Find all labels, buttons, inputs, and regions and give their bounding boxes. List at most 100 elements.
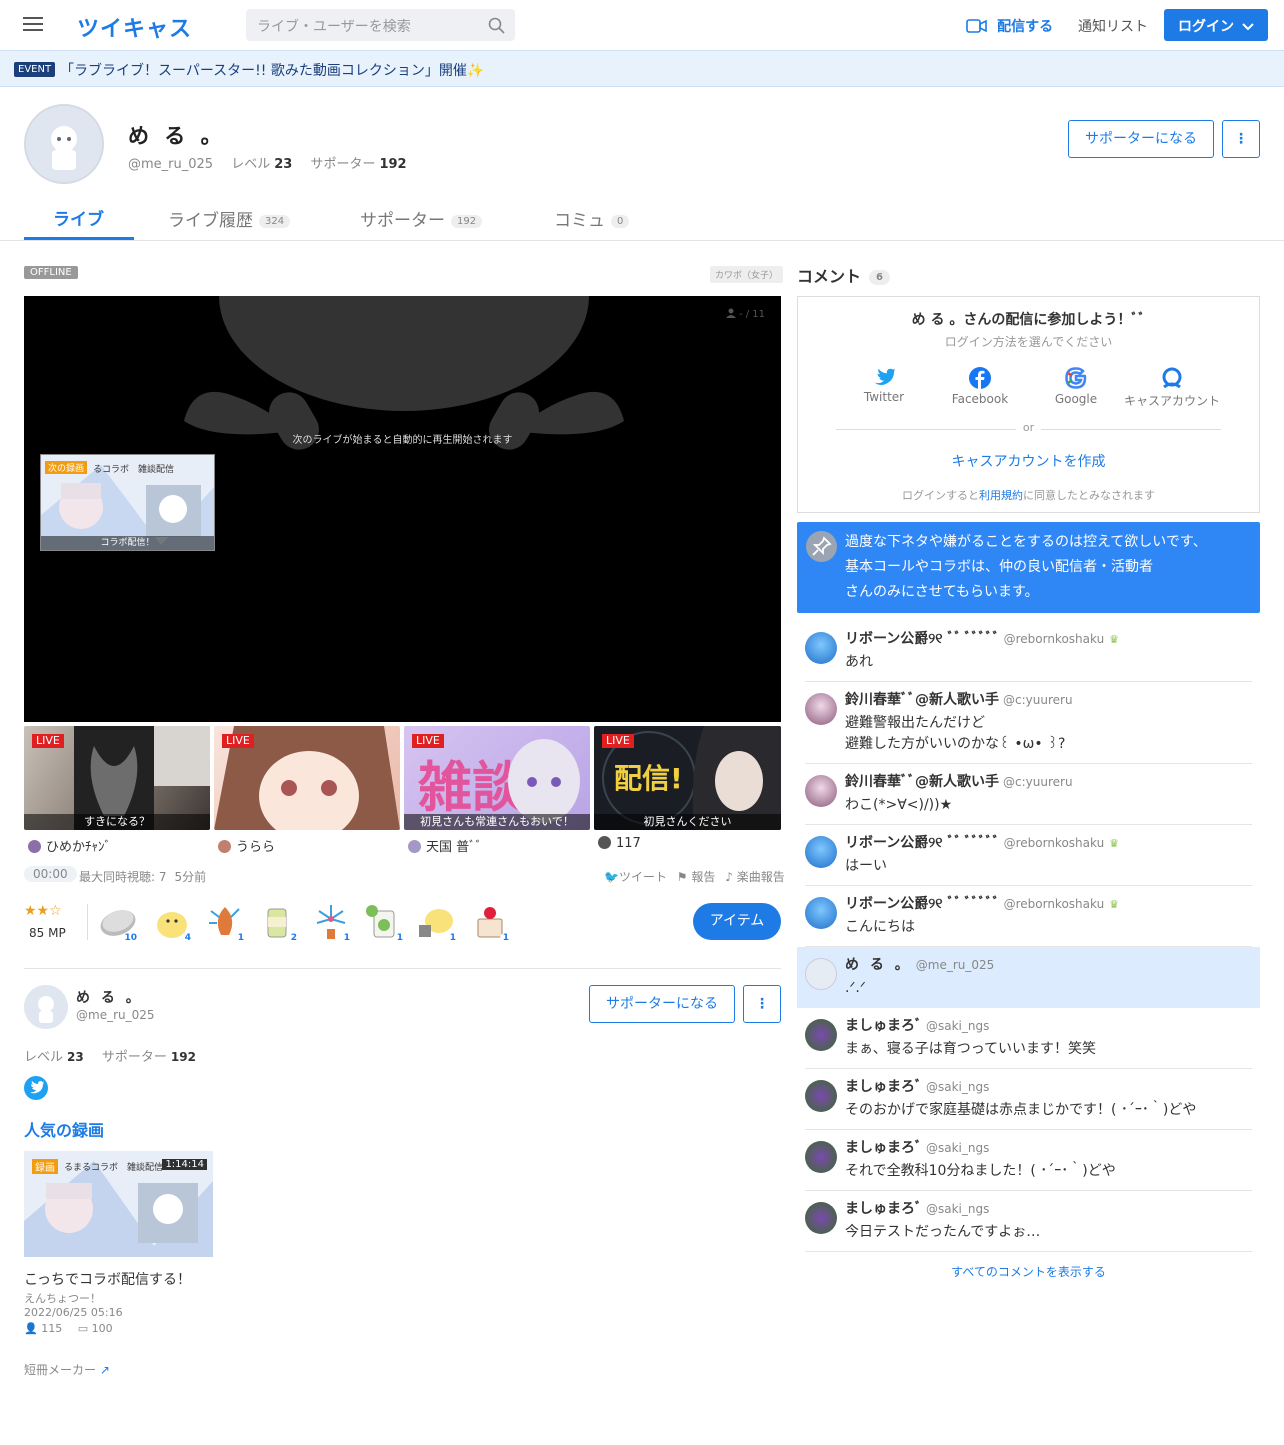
commenter-name: ましゅまろﾞ @saki_ngs bbox=[845, 1137, 989, 1157]
commenter-name: め る 。 @me_ru_025 bbox=[845, 954, 994, 974]
live-thumb-4[interactable]: 配信! LIVE 初見さんください bbox=[594, 726, 781, 830]
login-prompt-box: め る 。さんの配信に参加しよう！ﾞﾞ ログイン方法を選んでください Twitt… bbox=[797, 296, 1260, 513]
viewers-icon: 👤 bbox=[24, 1322, 38, 1335]
live-user-4[interactable]: 117 bbox=[598, 836, 641, 851]
tab-live[interactable]: ライブ bbox=[53, 205, 104, 230]
twitter-icon: 🐦 bbox=[604, 870, 619, 884]
pinned-text-1: 過度な下ネタや嫌がることをするのは控えて欲しいです、 bbox=[845, 534, 1207, 550]
item-rocket[interactable]: 1 bbox=[205, 901, 247, 943]
comment-item[interactable]: 鈴川春華ﾞﾞ@新人歌い手 @c:yuureru 避難警報出たんだけど 避難した方が… bbox=[805, 682, 1252, 764]
item-tea[interactable]: 2 bbox=[258, 901, 300, 943]
tab-divider bbox=[0, 240, 1284, 241]
live-thumb-1[interactable]: LIVE すきになる？ bbox=[24, 726, 210, 830]
commenter-handle: @saki_ngs bbox=[926, 1019, 990, 1033]
item-cake[interactable]: 1 bbox=[470, 901, 512, 943]
tanzaku-maker-link[interactable]: 短冊メーカー ↗ bbox=[24, 1361, 110, 1378]
level-value: 23 bbox=[274, 157, 293, 172]
commenter-avatar[interactable] bbox=[805, 1080, 837, 1112]
next-recording-caption: コラボ配信！ bbox=[41, 536, 214, 550]
viewer-count-text: - / 11 bbox=[738, 309, 765, 320]
comment-text: まぁ、寝る子は育つっていいます！笑笑 bbox=[845, 1041, 1097, 1057]
comment-item[interactable]: ましゅまろﾞ @saki_ngs まぁ、寝る子は育つっていいます！笑笑 bbox=[805, 1008, 1252, 1069]
commenter-avatar[interactable] bbox=[805, 775, 837, 807]
popular-recording-thumb[interactable]: 録画 るまるコラボ 雑談配信 1:14:14 bbox=[24, 1151, 213, 1257]
live-thumb-3[interactable]: 雑談 LIVE 初見さんも常連さんもおいで！ bbox=[404, 726, 590, 830]
cas-account-login-button[interactable]: キャスアカウント bbox=[1124, 367, 1220, 409]
commenter-avatar[interactable] bbox=[805, 693, 837, 725]
mp-points: 85 MP bbox=[29, 926, 66, 940]
search-input[interactable]: ライブ・ユーザーを検索 bbox=[246, 9, 515, 41]
profile-avatar[interactable] bbox=[24, 104, 104, 184]
commenter-name: ましゅまろﾞ @saki_ngs bbox=[845, 1198, 989, 1218]
commenter-avatar[interactable] bbox=[805, 1141, 837, 1173]
broadcast-link[interactable]: 配信する bbox=[966, 16, 1053, 36]
google-login-button[interactable]: Google bbox=[1028, 367, 1124, 406]
item-chick[interactable]: 4 bbox=[152, 901, 194, 943]
live-user-3[interactable]: 天国 普ﾞﾞ bbox=[408, 836, 482, 855]
comment-item[interactable]: ましゅまろﾞ @saki_ngs それで全教科10分ねました！( ･´ｰ･｀)どや bbox=[805, 1130, 1252, 1191]
item-coin[interactable]: 10 bbox=[98, 901, 140, 943]
commenter-handle: @me_ru_025 bbox=[915, 958, 995, 972]
category-tag[interactable]: カワボ（女子） bbox=[710, 266, 784, 283]
live-user-2[interactable]: うらら bbox=[218, 836, 275, 855]
comment-item-owner[interactable]: め る 。 @me_ru_025 .ᐟ.ᐟ bbox=[797, 947, 1260, 1008]
login-button[interactable]: ログイン bbox=[1164, 9, 1268, 41]
show-all-comments-link[interactable]: すべてのコメントを表示する bbox=[797, 1263, 1260, 1280]
comment-item[interactable]: ましゅまろﾞ @saki_ngs そのおかげで家庭基礎は赤点まじかです！( ･´ｰ… bbox=[805, 1069, 1252, 1130]
video-player[interactable]: - / 11 次のライブが始まると自動的に再生開始されます 次の録画 るコラボ … bbox=[24, 296, 781, 722]
facebook-login-button[interactable]: Facebook bbox=[932, 367, 1028, 406]
twitter-profile-link[interactable] bbox=[24, 1076, 48, 1100]
recording-title[interactable]: こっちでコラボ配信する！ bbox=[24, 1269, 191, 1289]
tab-live-history[interactable]: ライブ履歴 324 bbox=[168, 206, 291, 231]
song-report-link[interactable]: ♪ 楽曲報告 bbox=[725, 870, 785, 884]
comment-item[interactable]: ましゅまろﾞ @saki_ngs 今日テストだったんですよぉ… bbox=[805, 1191, 1252, 1252]
live-thumb-2[interactable]: LIVE bbox=[214, 726, 400, 830]
search-icon[interactable] bbox=[488, 17, 505, 34]
commenter-avatar[interactable] bbox=[805, 897, 837, 929]
level-label: レベル bbox=[231, 157, 271, 172]
item-matcha[interactable]: 1 bbox=[364, 901, 406, 943]
user-avatar bbox=[408, 840, 421, 853]
live-user-1[interactable]: ひめかﾁｬﾝﾞ bbox=[28, 836, 111, 855]
event-banner[interactable]: EVENT 「ラブライブ！スーパースター!! 歌みた動画コレクション」開催✨ bbox=[0, 50, 1284, 87]
notify-list-link[interactable]: 通知リスト bbox=[1078, 16, 1148, 36]
menu-icon[interactable] bbox=[23, 13, 43, 35]
tab-community-count: 0 bbox=[611, 215, 630, 228]
commenter-avatar[interactable] bbox=[805, 1202, 837, 1234]
twitter-login-button[interactable]: Twitter bbox=[836, 367, 932, 404]
item-fireworks[interactable]: 1 bbox=[311, 901, 353, 943]
comment-item[interactable]: リボーン公爵୨୧ ﾞﾞ ﾞﾞﾞﾞﾞ @rebornkoshaku ♛ こんにちは bbox=[805, 886, 1252, 947]
comment-item[interactable]: リボーン公爵୨୧ ﾞﾞ ﾞﾞﾞﾞﾞ @rebornkoshaku ♛ あれ bbox=[805, 621, 1252, 682]
commenter-avatar[interactable] bbox=[805, 1019, 837, 1051]
become-supporter-button[interactable]: サポーターになる bbox=[1068, 120, 1214, 158]
more-options-button[interactable]: ⋮ bbox=[1222, 120, 1260, 158]
site-logo[interactable]: ツイキャス bbox=[77, 11, 192, 43]
commenter-avatar[interactable] bbox=[805, 958, 837, 990]
flag-icon: ⚑ bbox=[676, 870, 688, 884]
tweet-link[interactable]: 🐦ツイート bbox=[604, 870, 667, 884]
item-chick-2[interactable]: 1 bbox=[417, 901, 459, 943]
tab-supporters[interactable]: サポーター 192 bbox=[360, 206, 483, 231]
comment-item[interactable]: 鈴川春華ﾞﾞ@新人歌い手 @c:yuureru わこ(*>∀<)/))★ bbox=[805, 764, 1252, 825]
tab-history-count: 324 bbox=[259, 215, 291, 228]
items-button[interactable]: アイテム bbox=[693, 903, 781, 940]
comment-item[interactable]: リボーン公爵୨୧ ﾞﾞ ﾞﾞﾞﾞﾞ @rebornkoshaku ♛ はーい bbox=[805, 825, 1252, 886]
tab-community[interactable]: コミュ 0 bbox=[554, 206, 630, 231]
event-text[interactable]: 「ラブライブ！スーパースター!! 歌みた動画コレクション」開催✨ bbox=[60, 60, 484, 80]
report-link[interactable]: ⚑ 報告 bbox=[677, 870, 716, 884]
commenter-avatar[interactable] bbox=[805, 632, 837, 664]
terms-link[interactable]: 利用規約 bbox=[979, 489, 1023, 502]
create-account-link[interactable]: キャスアカウントを作成 bbox=[798, 451, 1259, 471]
commenter-name-text: ましゅまろﾞ bbox=[845, 1140, 922, 1156]
next-recording-card[interactable]: 次の録画 るコラボ 雑談配信 コラボ配信！ bbox=[40, 454, 215, 551]
profile2-meta: レベル 23 サポーター 192 bbox=[24, 1046, 196, 1065]
become-supporter-button-2[interactable]: サポーターになる bbox=[589, 985, 735, 1023]
cas-account-icon bbox=[1162, 367, 1182, 389]
commenter-name-text: ましゅまろﾞ bbox=[845, 1079, 922, 1095]
more-options-button-2[interactable]: ⋮ bbox=[743, 985, 781, 1023]
google-icon bbox=[1065, 367, 1087, 389]
commenter-name-text: リボーン公爵୨୧ ﾞﾞ ﾞﾞﾞﾞﾞ bbox=[845, 835, 1000, 851]
profile-avatar-small[interactable] bbox=[24, 985, 68, 1029]
profile-handle: @me_ru_025 bbox=[128, 157, 214, 172]
commenter-avatar[interactable] bbox=[805, 836, 837, 868]
